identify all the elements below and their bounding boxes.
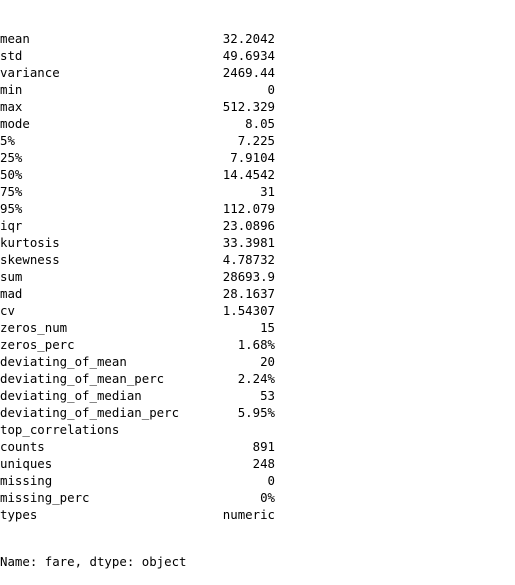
stat-key: cv <box>0 303 15 318</box>
stat-row: missing_perc 0% <box>0 489 515 506</box>
stat-row: min 0 <box>0 81 515 98</box>
stat-value: 5.95% <box>237 405 275 420</box>
stat-key: max <box>0 99 23 114</box>
stat-key: std <box>0 48 23 63</box>
stat-row: kurtosis 33.3981 <box>0 234 515 251</box>
stat-key: mad <box>0 286 23 301</box>
stat-value: 20 <box>260 354 275 369</box>
stat-value: 0 <box>267 473 275 488</box>
stat-value: 512.329 <box>222 99 275 114</box>
stat-value: 891 <box>252 439 275 454</box>
stat-row: deviating_of_median 53 <box>0 387 515 404</box>
stat-key: deviating_of_median <box>0 388 142 403</box>
stat-row: deviating_of_median_perc 5.95% <box>0 404 515 421</box>
stat-key: kurtosis <box>0 235 60 250</box>
stats-list: mean 32.2042 std 49.6934 variance 2469.44 min 0… <box>0 30 515 523</box>
stat-value: 7.9104 <box>230 150 275 165</box>
stat-row: zeros_num 15 <box>0 319 515 336</box>
stat-value: 2469.44 <box>222 65 275 80</box>
stat-row: deviating_of_mean_perc 2.24% <box>0 370 515 387</box>
stat-key: uniques <box>0 456 53 471</box>
stat-row: 25% 7.9104 <box>0 149 515 166</box>
stat-row: std 49.6934 <box>0 47 515 64</box>
stat-value: 23.0896 <box>222 218 275 233</box>
stat-row: missing 0 <box>0 472 515 489</box>
stat-row: mode 8.05 <box>0 115 515 132</box>
stat-key: missing <box>0 473 53 488</box>
stat-row: mad 28.1637 <box>0 285 515 302</box>
stat-row: types numeric <box>0 506 515 523</box>
stat-value: 2.24% <box>237 371 275 386</box>
stat-key: mean <box>0 31 30 46</box>
stat-value: 33.3981 <box>222 235 275 250</box>
stat-key: iqr <box>0 218 23 233</box>
stat-value: 49.6934 <box>222 48 275 63</box>
stat-row: sum 28693.9 <box>0 268 515 285</box>
stat-value: numeric <box>222 507 275 522</box>
stat-key: min <box>0 82 23 97</box>
stat-value: 112.079 <box>222 201 275 216</box>
stat-row: skewness 4.78732 <box>0 251 515 268</box>
stat-key: 50% <box>0 167 23 182</box>
stat-row: cv 1.54307 <box>0 302 515 319</box>
stat-row: mean 32.2042 <box>0 30 515 47</box>
stat-key: counts <box>0 439 45 454</box>
stat-value: 53 <box>260 388 275 403</box>
stat-row: deviating_of_mean 20 <box>0 353 515 370</box>
stat-value: 1.68% <box>237 337 275 352</box>
stat-key: deviating_of_mean_perc <box>0 371 165 386</box>
stat-key: types <box>0 507 38 522</box>
stat-row: uniques 248 <box>0 455 515 472</box>
stat-key: sum <box>0 269 23 284</box>
stat-key: 5% <box>0 133 15 148</box>
series-output: mean 32.2042 std 49.6934 variance 2469.44 min 0… <box>0 0 515 585</box>
stat-key: 25% <box>0 150 23 165</box>
stat-value: 28.1637 <box>222 286 275 301</box>
stat-key: 95% <box>0 201 23 216</box>
stat-row: variance 2469.44 <box>0 64 515 81</box>
stat-value: 14.4542 <box>222 167 275 182</box>
series-footer: Name: fare, dtype: object <box>0 554 187 569</box>
stat-row: 95% 112.079 <box>0 200 515 217</box>
stat-key: deviating_of_median_perc <box>0 405 180 420</box>
stat-value: 31 <box>260 184 275 199</box>
stat-value: 0 <box>267 82 275 97</box>
stat-row: iqr 23.0896 <box>0 217 515 234</box>
stat-row: max 512.329 <box>0 98 515 115</box>
stat-value: 8.05 <box>245 116 275 131</box>
stat-key: top_correlations <box>0 422 120 437</box>
stat-value: 0% <box>260 490 275 505</box>
stat-key: missing_perc <box>0 490 90 505</box>
stat-key: 75% <box>0 184 23 199</box>
stat-key: skewness <box>0 252 60 267</box>
stat-value: 32.2042 <box>222 31 275 46</box>
stat-row: counts 891 <box>0 438 515 455</box>
stat-row: top_correlations <box>0 421 515 438</box>
stat-key: deviating_of_mean <box>0 354 127 369</box>
stat-key: zeros_num <box>0 320 68 335</box>
stat-value: 28693.9 <box>222 269 275 284</box>
stat-value: 4.78732 <box>222 252 275 267</box>
stat-value: 7.225 <box>237 133 275 148</box>
stat-value: 248 <box>252 456 275 471</box>
stat-row: 75% 31 <box>0 183 515 200</box>
stat-row: 5% 7.225 <box>0 132 515 149</box>
stat-value: 1.54307 <box>222 303 275 318</box>
stat-key: mode <box>0 116 30 131</box>
stat-key: zeros_perc <box>0 337 75 352</box>
stat-row: zeros_perc 1.68% <box>0 336 515 353</box>
stat-key: variance <box>0 65 60 80</box>
stat-row: 50% 14.4542 <box>0 166 515 183</box>
stat-value: 15 <box>260 320 275 335</box>
